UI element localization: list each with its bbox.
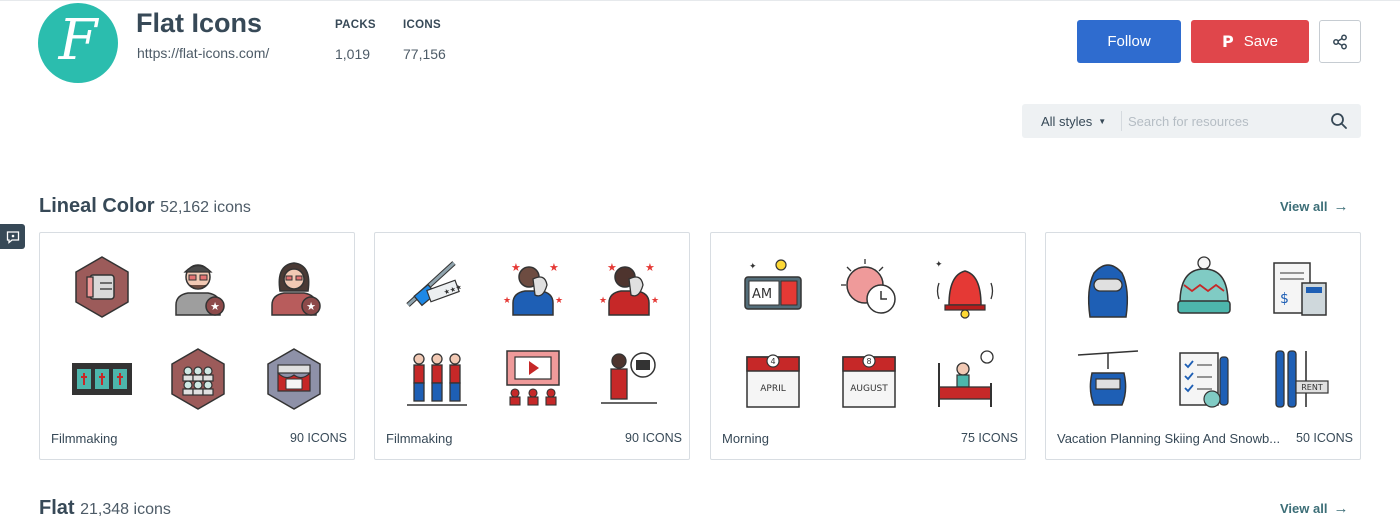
pack-title: Filmmaking xyxy=(386,431,453,446)
brand-url-link[interactable]: https://flat-icons.com/ xyxy=(137,45,269,61)
feedback-icon xyxy=(6,230,19,244)
svg-text:8: 8 xyxy=(866,357,871,366)
search-bar: All styles ▼ xyxy=(1022,104,1361,138)
ski-mask-icon xyxy=(1087,264,1129,318)
pinterest-icon: P xyxy=(1222,32,1234,51)
view-all-link-flat[interactable]: View all → xyxy=(1280,500,1348,517)
icons-label: ICONS xyxy=(403,19,441,31)
movie-screen-audience-icon xyxy=(506,350,560,406)
arrow-right-icon: → xyxy=(1333,198,1349,215)
follow-button[interactable]: Follow xyxy=(1077,20,1181,63)
theater-stage-icon xyxy=(267,348,321,410)
save-button[interactable]: P Save xyxy=(1191,20,1309,63)
section-name: Lineal Color xyxy=(39,195,155,217)
actors-queue-icon xyxy=(407,353,467,406)
svg-text:★: ★ xyxy=(210,300,220,313)
cable-car-icon xyxy=(1077,350,1139,406)
packs-count: 1,019 xyxy=(335,46,371,62)
hand-icon xyxy=(75,256,129,318)
svg-text:★: ★ xyxy=(607,261,617,274)
svg-text:★: ★ xyxy=(306,300,316,313)
logo-letter: F xyxy=(58,8,98,73)
packs-label: PACKS xyxy=(335,19,376,31)
svg-text:✦: ✦ xyxy=(749,262,757,272)
ski-rental-icon: RENT xyxy=(1275,350,1329,408)
section-icon-count: 21,348 icons xyxy=(80,501,171,518)
top-divider xyxy=(0,0,1400,1)
icon-preview-grid: ★★★ ★ ★ ★ ★ ★ ★ ★ ★ xyxy=(389,241,677,425)
svg-text:★: ★ xyxy=(599,296,607,306)
pack-icon-count: 90 ICONS xyxy=(625,431,682,445)
pack-icon-count: 50 ICONS xyxy=(1296,431,1353,445)
reporter-icon xyxy=(601,352,657,404)
icon-preview-grid: $ RENT xyxy=(1060,241,1348,425)
svg-text:$: $ xyxy=(1280,291,1289,307)
director-icon: ★ xyxy=(175,264,225,316)
search-input[interactable] xyxy=(1128,111,1318,131)
section-name: Flat xyxy=(39,497,75,519)
brand-logo[interactable]: F xyxy=(38,3,118,83)
feedback-tab[interactable] xyxy=(0,224,25,249)
camera-crane-icon: ★★★ xyxy=(406,261,463,307)
pack-title: Filmmaking xyxy=(51,431,118,446)
bell-icon: ✦ xyxy=(935,260,994,319)
actress-icon: ★ xyxy=(271,262,321,316)
checklist-icon xyxy=(1179,352,1229,408)
share-icon xyxy=(1333,34,1347,49)
save-label: Save xyxy=(1243,33,1278,50)
caret-down-icon: ▼ xyxy=(1098,117,1107,126)
pack-card-vacation-planning[interactable]: $ RENT Vacation Planning Skiing And Snow… xyxy=(1045,232,1361,460)
calendar-april-icon: 4 APRIL xyxy=(746,354,800,408)
arrow-right-icon: → xyxy=(1333,500,1349,517)
svg-text:4: 4 xyxy=(770,357,775,366)
svg-text:AUGUST: AUGUST xyxy=(850,384,888,394)
section-title-lineal-color: Lineal Color 52,162 icons xyxy=(39,195,251,218)
brand-name: Flat Icons xyxy=(136,8,263,38)
style-filter-dropdown[interactable]: All styles ▼ xyxy=(1041,114,1106,129)
icons-count: 77,156 xyxy=(403,46,446,62)
follow-label: Follow xyxy=(1107,33,1151,50)
svg-text:★: ★ xyxy=(651,296,659,306)
svg-text:★: ★ xyxy=(555,296,563,306)
pack-title: Morning xyxy=(722,431,769,446)
view-all-label: View all xyxy=(1280,501,1328,516)
sunrise-clock-icon xyxy=(841,259,896,314)
pack-icon-count: 90 ICONS xyxy=(290,431,347,445)
share-button[interactable] xyxy=(1319,20,1361,63)
wake-up-bed-icon xyxy=(938,350,994,407)
tragedy-mask-actor-icon: ★ ★ ★ ★ xyxy=(599,261,659,316)
svg-text:★: ★ xyxy=(511,261,521,274)
section-title-flat: Flat 21,348 icons xyxy=(39,497,171,519)
film-strip-icon xyxy=(72,363,132,395)
svg-text:APRIL: APRIL xyxy=(760,384,786,394)
svg-text:★: ★ xyxy=(503,296,511,306)
search-divider xyxy=(1121,111,1122,131)
icon-preview-grid: ✦ AM ✦ 4 APRIL 8 AUGUST xyxy=(725,241,1013,425)
beanie-icon xyxy=(1177,256,1231,314)
pack-card-morning[interactable]: ✦ AM ✦ 4 APRIL 8 AUGUST Morning 75 ICONS xyxy=(710,232,1026,460)
search-icon[interactable] xyxy=(1330,112,1348,130)
bill-calculator-icon: $ xyxy=(1273,262,1327,316)
svg-text:✦: ✦ xyxy=(935,260,943,270)
pack-card-filmmaking-2[interactable]: ★★★ ★ ★ ★ ★ ★ ★ ★ ★ Filmmaking 90 ICONS xyxy=(374,232,690,460)
svg-text:RENT: RENT xyxy=(1301,383,1323,392)
icon-preview-grid: ★ ★ xyxy=(54,241,342,425)
comedy-mask-actor-icon: ★ ★ ★ ★ xyxy=(503,261,563,316)
view-all-link-lineal-color[interactable]: View all → xyxy=(1280,198,1348,215)
svg-text:★: ★ xyxy=(549,261,559,274)
pack-title: Vacation Planning Skiing And Snowb... xyxy=(1057,431,1281,446)
alarm-clock-am-icon: ✦ AM xyxy=(744,259,802,310)
pack-card-filmmaking-1[interactable]: ★ ★ Filmmaking 90 ICONS xyxy=(39,232,355,460)
section-icon-count: 52,162 icons xyxy=(160,199,251,216)
view-all-label: View all xyxy=(1280,199,1328,214)
style-filter-label: All styles xyxy=(1041,114,1093,129)
calendar-august-icon: 8 AUGUST xyxy=(842,354,896,408)
pack-icon-count: 75 ICONS xyxy=(961,431,1018,445)
cinema-audience-icon xyxy=(171,348,225,410)
svg-text:AM: AM xyxy=(752,287,772,302)
svg-text:★: ★ xyxy=(645,261,655,274)
